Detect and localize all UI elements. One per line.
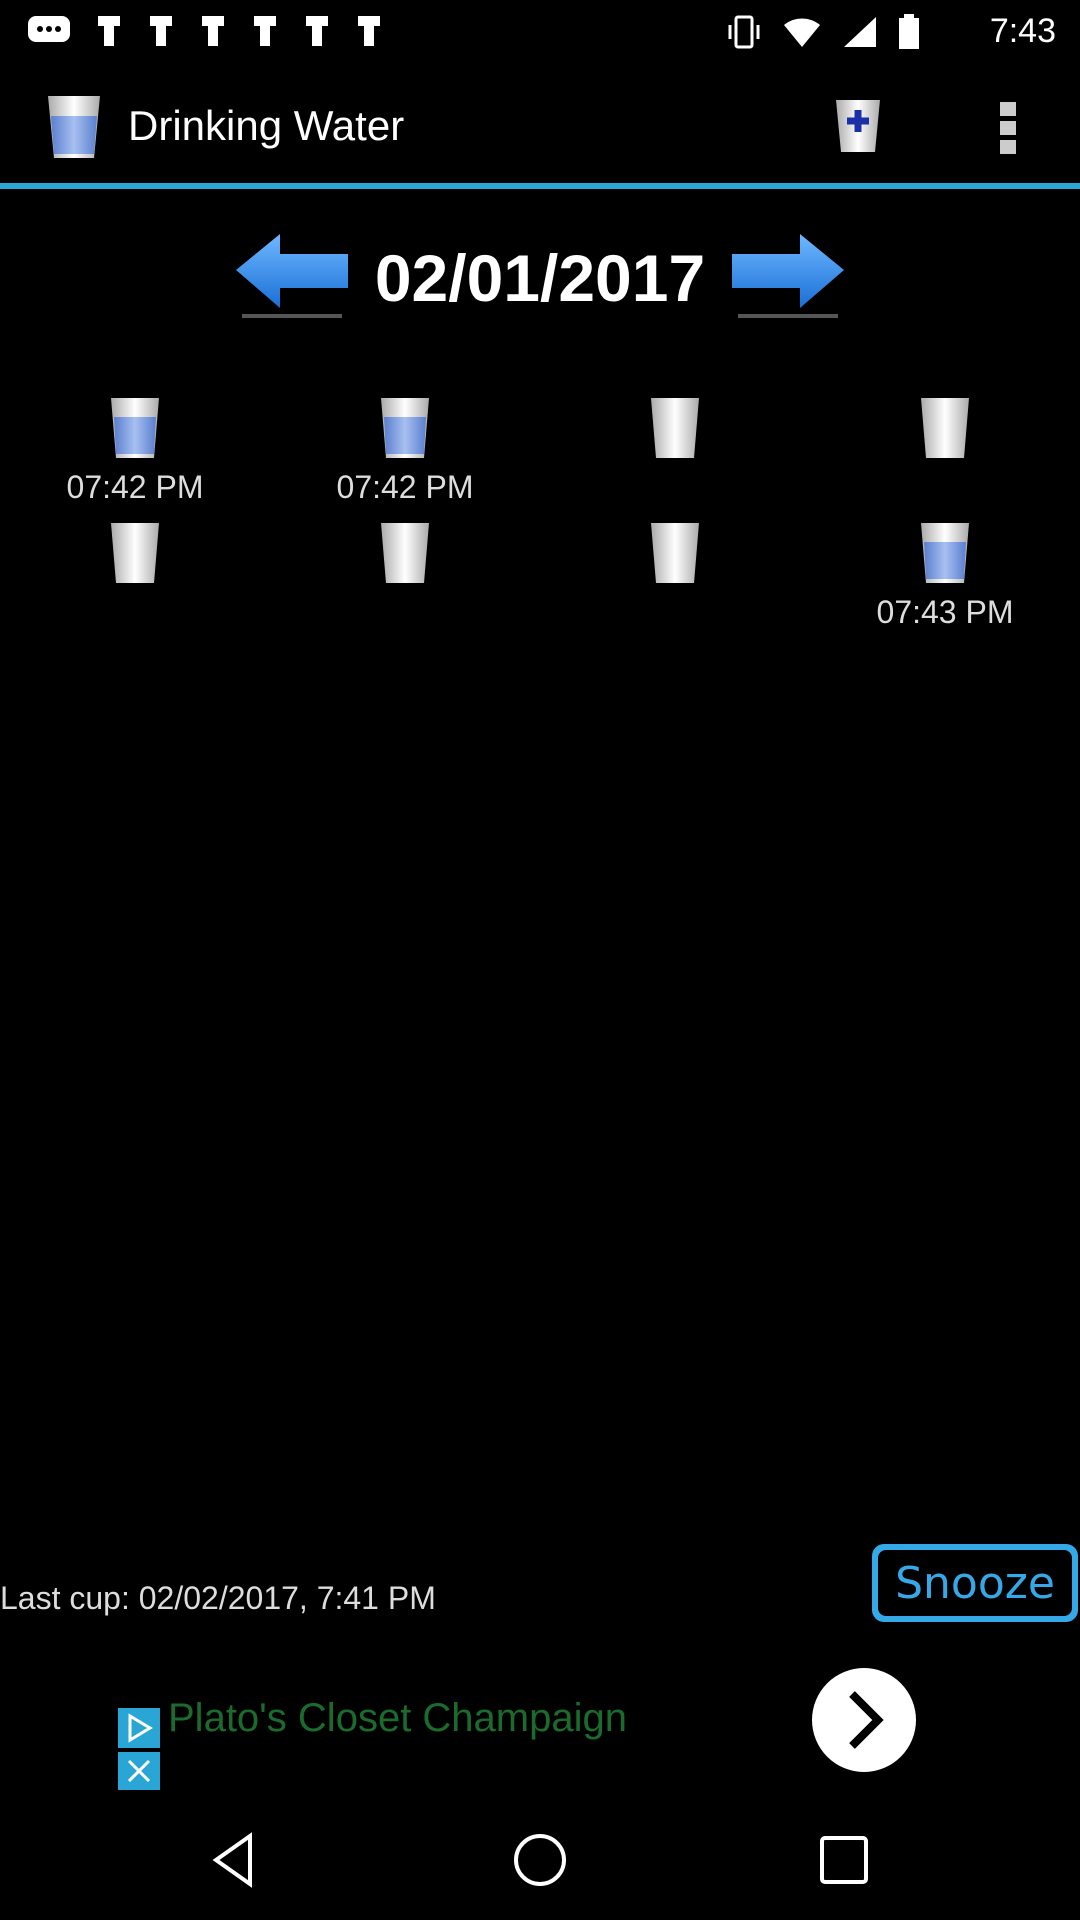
signal-icon: [844, 17, 876, 47]
empty-glass-icon: [651, 523, 699, 583]
empty-glass-icon: [921, 398, 969, 458]
water-glass-icon: [921, 523, 969, 583]
add-cup-icon[interactable]: [832, 96, 884, 156]
cup-slot[interactable]: [540, 395, 810, 509]
ad-banner[interactable]: Plato's Closet Champaign: [0, 1640, 1080, 1800]
cup-time: [270, 594, 540, 634]
notification-icons: [26, 14, 384, 48]
battery-icon: [899, 14, 919, 49]
notification-icon: [254, 16, 276, 46]
notification-icon: [306, 16, 328, 46]
app-title: Drinking Water: [128, 102, 405, 149]
vibrate-icon: [728, 15, 760, 49]
cup-slot[interactable]: 07:42 PM: [270, 395, 540, 509]
water-glass-icon: [381, 398, 429, 458]
system-icons: [726, 14, 920, 50]
back-icon[interactable]: [206, 1830, 266, 1890]
status-time: 7:43: [989, 12, 1056, 50]
snooze-button[interactable]: Snooze: [870, 1540, 1080, 1626]
cup-slot[interactable]: 07:42 PM: [0, 395, 270, 509]
cup-slot[interactable]: [810, 395, 1080, 509]
ad-cta-button[interactable]: [812, 1668, 916, 1772]
cup-time: [810, 469, 1080, 509]
ad-text[interactable]: Plato's Closet Champaign: [168, 1696, 627, 1741]
notification-icon: [150, 16, 172, 46]
notification-icon: [202, 16, 224, 46]
cup-time: [540, 469, 810, 509]
arrow-left-icon[interactable]: [232, 230, 352, 320]
cup-time: 07:43 PM: [876, 594, 1014, 630]
last-cup-info: Last cup: 02/02/2017, 7:41 PM: [0, 1580, 436, 1616]
empty-glass-icon: [381, 523, 429, 583]
notification-icon: [98, 16, 120, 46]
water-glass-icon: [111, 398, 159, 458]
wifi-icon: [784, 18, 820, 47]
cup-time: [0, 594, 270, 634]
recents-icon[interactable]: [814, 1830, 874, 1890]
snooze-label: Snooze: [895, 1558, 1055, 1609]
home-icon[interactable]: [510, 1830, 570, 1890]
cup-slot[interactable]: 07:43 PM: [810, 520, 1080, 634]
date-navigator: 02/01/2017: [0, 220, 1080, 340]
app-bar-divider: [0, 183, 1080, 189]
cup-time: 07:42 PM: [336, 469, 474, 505]
empty-glass-icon: [651, 398, 699, 458]
notification-icon: [358, 16, 380, 46]
status-bar: 7:43: [0, 0, 1080, 62]
ad-choices-icon[interactable]: [118, 1708, 160, 1790]
more-vert-icon[interactable]: [988, 98, 1028, 158]
cup-slot[interactable]: [540, 520, 810, 634]
cup-time: [540, 594, 810, 634]
cup-slot[interactable]: [0, 520, 270, 634]
app-bar: Drinking Water: [0, 62, 1080, 186]
cup-slot[interactable]: [270, 520, 540, 634]
arrow-right-icon[interactable]: [728, 230, 848, 320]
system-nav-bar: [0, 1800, 1080, 1920]
water-glass-icon: [48, 96, 100, 158]
snooze-badge: Snooze: [872, 1544, 1078, 1622]
empty-glass-icon: [111, 523, 159, 583]
current-date: 02/01/2017: [374, 241, 706, 315]
chat-bubble-icon: [28, 16, 70, 42]
chevron-right-icon: [849, 1691, 884, 1749]
cup-time: 07:42 PM: [66, 469, 204, 505]
